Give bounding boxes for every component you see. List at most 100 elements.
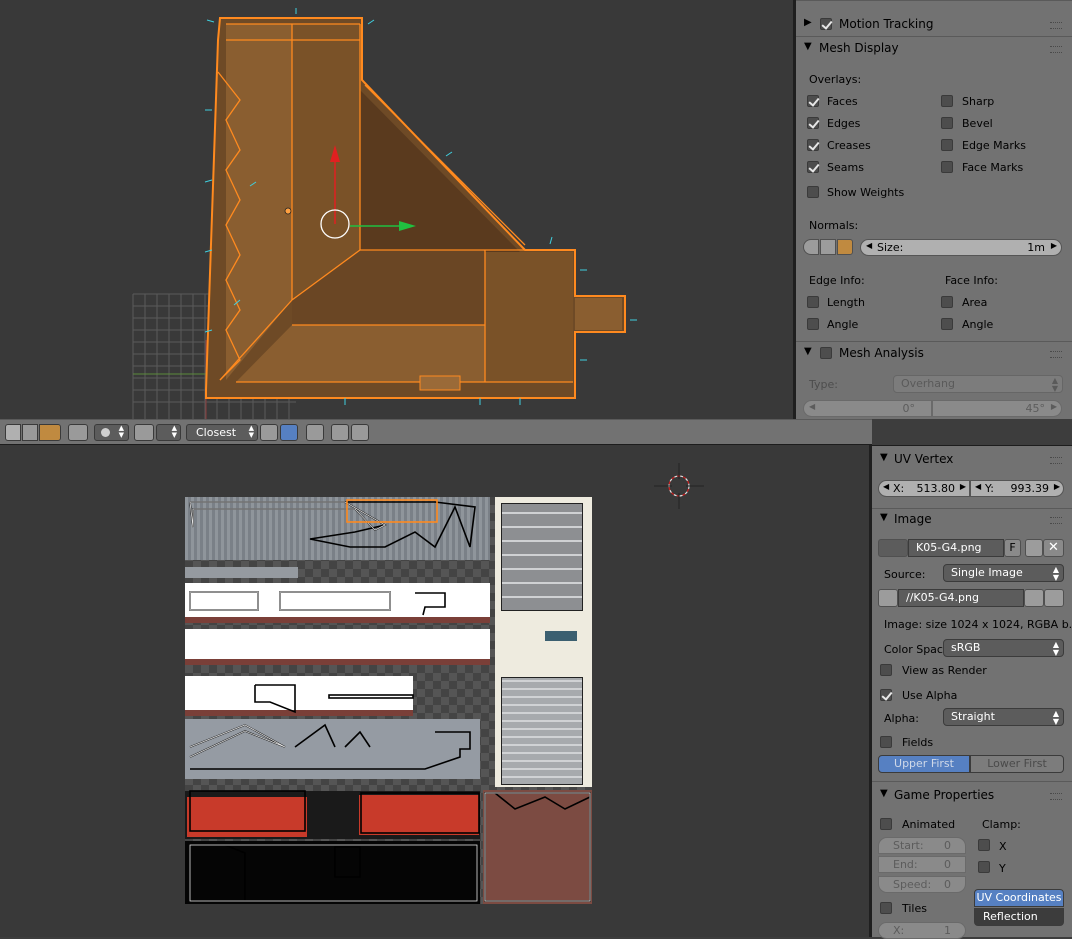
analysis-type-value: Overhang xyxy=(901,377,955,390)
uv-vertex-header[interactable]: ▼ UV Vertex xyxy=(872,449,1072,469)
vertex-normals-toggle-icon[interactable] xyxy=(803,239,819,255)
edge-select-mode-icon[interactable] xyxy=(22,424,38,441)
seams-checkbox[interactable] xyxy=(807,161,819,173)
anim-speed-field[interactable]: Speed: 0 xyxy=(878,876,966,893)
open-image-icon[interactable] xyxy=(1025,539,1043,557)
proportional-editing-icon[interactable] xyxy=(134,424,154,441)
edge-length-checkbox[interactable] xyxy=(807,296,819,308)
view-as-render-checkbox[interactable] xyxy=(880,664,892,676)
tiles-x-field[interactable]: X: 1 xyxy=(878,922,966,939)
fake-user-button[interactable]: F xyxy=(1004,539,1021,557)
decrement-arrow-icon[interactable]: ◀ xyxy=(883,482,889,491)
face-normals-toggle-icon[interactable] xyxy=(837,239,853,255)
reflection-toggle[interactable]: Reflection xyxy=(974,908,1064,926)
edges-label: Edges xyxy=(827,117,861,130)
uv-coordinates-toggle[interactable]: UV Coordinates xyxy=(974,889,1064,907)
uv-x-field[interactable]: ◀ X: 513.80 ▶ xyxy=(878,480,970,497)
creases-label: Creases xyxy=(827,139,871,152)
edges-checkbox[interactable] xyxy=(807,117,819,129)
uv-wireframe[interactable] xyxy=(185,497,592,904)
source-value: Single Image xyxy=(951,566,1023,579)
panel-grip-icon[interactable] xyxy=(1050,22,1062,29)
panel-grip-icon[interactable] xyxy=(1050,517,1062,524)
use-alpha-checkbox[interactable] xyxy=(880,689,892,701)
snap-self-icon[interactable] xyxy=(260,424,278,441)
source-select[interactable]: Single Image ▲ ▼ xyxy=(943,564,1064,582)
size-value: 1m xyxy=(1027,241,1045,254)
sharp-checkbox[interactable] xyxy=(941,95,953,107)
increment-arrow-icon[interactable]: ▶ xyxy=(1054,482,1060,491)
snap-target-value: Closest xyxy=(196,426,237,439)
snap-rotation-icon[interactable] xyxy=(280,424,298,441)
analysis-min-field[interactable]: ◀ 0° xyxy=(803,400,932,417)
bevel-checkbox[interactable] xyxy=(941,117,953,129)
fields-checkbox[interactable] xyxy=(880,736,892,748)
building-mesh[interactable] xyxy=(205,17,626,399)
image-name-field[interactable]: K05-G4.png xyxy=(908,539,1004,557)
motion-tracking-header[interactable]: ▶ Motion Tracking xyxy=(796,14,1072,34)
mirror-icon[interactable] xyxy=(306,424,324,441)
panel-grip-icon[interactable] xyxy=(1050,457,1062,464)
decrement-arrow-icon[interactable]: ◀ xyxy=(975,482,981,491)
panel-grip-icon[interactable] xyxy=(1050,351,1062,358)
face-area-checkbox[interactable] xyxy=(941,296,953,308)
mesh-analysis-header[interactable]: ▼ Mesh Analysis xyxy=(796,343,1072,363)
mesh-analysis-checkbox[interactable] xyxy=(820,347,832,359)
lower-first-toggle[interactable]: Lower First xyxy=(970,755,1064,773)
analysis-max-field[interactable]: 45° ▶ xyxy=(932,400,1062,417)
snap-target-select[interactable]: Closest ▲ ▼ xyxy=(186,424,258,441)
decrement-arrow-icon[interactable]: ◀ xyxy=(809,402,815,411)
increment-arrow-icon[interactable]: ▶ xyxy=(1051,241,1057,250)
3d-viewport[interactable] xyxy=(0,0,793,419)
anim-end-field[interactable]: End: 0 xyxy=(878,856,966,873)
panel-grip-icon[interactable] xyxy=(1050,793,1062,800)
motion-tracking-checkbox[interactable] xyxy=(820,18,832,30)
vertex-select-mode-icon[interactable] xyxy=(5,424,21,441)
edge-marks-checkbox[interactable] xyxy=(941,139,953,151)
render-animation-icon[interactable] xyxy=(351,424,369,441)
increment-arrow-icon[interactable]: ▶ xyxy=(960,482,966,491)
loop-normals-toggle-icon[interactable] xyxy=(820,239,836,255)
mesh-display-header[interactable]: ▼ Mesh Display xyxy=(796,38,1072,58)
face-select-mode-icon[interactable] xyxy=(39,424,61,441)
area-divider[interactable] xyxy=(793,0,796,419)
reload-image-icon[interactable] xyxy=(1044,589,1064,607)
occlude-geometry-icon[interactable] xyxy=(68,424,88,441)
filepath-field[interactable]: //K05-G4.png xyxy=(898,589,1024,607)
animated-checkbox[interactable] xyxy=(880,818,892,830)
increment-arrow-icon[interactable]: ▶ xyxy=(1051,402,1057,411)
unlink-close-icon[interactable]: ✕ xyxy=(1043,539,1064,557)
edge-angle-checkbox[interactable] xyxy=(807,318,819,330)
pivot-point-select[interactable]: ▲ ▼ xyxy=(94,424,129,441)
image-browse-icon[interactable] xyxy=(878,539,908,557)
face-angle-checkbox[interactable] xyxy=(941,318,953,330)
decrement-arrow-icon[interactable]: ◀ xyxy=(866,241,872,250)
clamp-y-checkbox[interactable] xyxy=(978,861,990,873)
anim-start-field[interactable]: Start: 0 xyxy=(878,837,966,854)
face-marks-checkbox[interactable] xyxy=(941,161,953,173)
upper-first-toggle[interactable]: Upper First xyxy=(878,755,970,773)
overlays-label: Overlays: xyxy=(809,73,862,86)
view-as-render-label: View as Render xyxy=(902,664,987,677)
normals-size-field[interactable]: ◀ Size: 1m ▶ xyxy=(860,239,1062,256)
creases-checkbox[interactable] xyxy=(807,139,819,151)
faces-checkbox[interactable] xyxy=(807,95,819,107)
uv-y-field[interactable]: ◀ Y: 993.39 ▶ xyxy=(970,480,1064,497)
tiles-checkbox[interactable] xyxy=(880,902,892,914)
filepath-value: //K05-G4.png xyxy=(906,591,979,604)
game-properties-header[interactable]: ▼ Game Properties xyxy=(872,785,1072,805)
open-file-icon[interactable] xyxy=(1024,589,1044,607)
snap-element-select[interactable]: ▲ ▼ xyxy=(156,424,181,441)
image-header[interactable]: ▼ Image xyxy=(872,509,1072,529)
uv-image-editor[interactable] xyxy=(0,445,869,937)
file-browser-icon[interactable] xyxy=(878,589,898,607)
show-weights-checkbox[interactable] xyxy=(807,186,819,198)
clamp-x-checkbox[interactable] xyxy=(978,839,990,851)
panel-grip-icon[interactable] xyxy=(1050,46,1062,53)
alpha-mode-select[interactable]: Straight ▲ ▼ xyxy=(943,708,1064,726)
3d-scene[interactable] xyxy=(0,0,793,419)
render-image-icon[interactable] xyxy=(331,424,349,441)
alpha-mode-value: Straight xyxy=(951,710,995,723)
color-space-select[interactable]: sRGB ▲ ▼ xyxy=(943,639,1064,657)
analysis-type-select[interactable]: Overhang ▲ ▼ xyxy=(893,375,1063,393)
